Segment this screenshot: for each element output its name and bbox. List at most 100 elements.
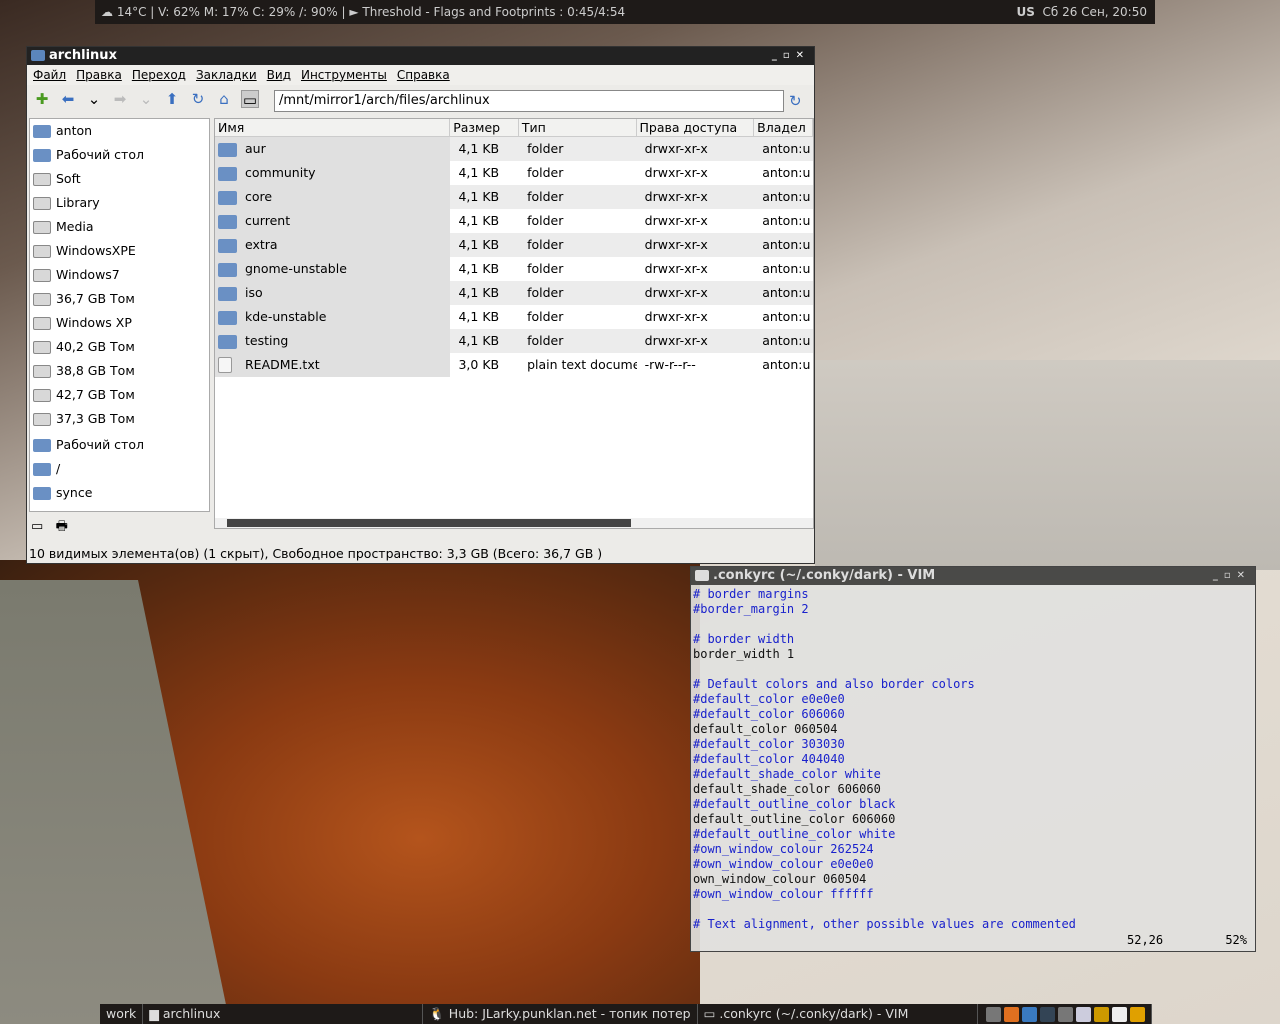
- chevron-down-icon[interactable]: ⌄: [137, 90, 155, 108]
- horizontal-scrollbar[interactable]: [215, 518, 813, 528]
- back-icon[interactable]: ⬅: [59, 90, 77, 108]
- task-chat[interactable]: 🐧 Hub: JLarky.punklan.net - топик потер: [423, 1004, 698, 1024]
- sidebar-item[interactable]: Рабочий стол: [30, 433, 209, 457]
- address-input[interactable]: /mnt/mirror1/arch/files/archlinux: [274, 90, 784, 112]
- column-header[interactable]: Имя: [215, 119, 451, 136]
- code-line: # border width: [693, 632, 795, 646]
- sidebar-mode-icons[interactable]: ▭ 🖶: [31, 517, 68, 539]
- tray-icon[interactable]: [1094, 1006, 1109, 1022]
- place-icon: [33, 293, 51, 306]
- table-row[interactable]: testing 4,1 KB folder drwxr-xr-x anton:u: [215, 329, 813, 353]
- table-row[interactable]: core 4,1 KB folder drwxr-xr-x anton:u: [215, 185, 813, 209]
- table-row[interactable]: kde-unstable 4,1 KB folder drwxr-xr-x anton:…: [215, 305, 813, 329]
- table-row[interactable]: gnome-unstable 4,1 KB folder drwxr-xr-x anto…: [215, 257, 813, 281]
- menu-bar: Файл Правка Переход Закладки Вид Инструменты С…: [27, 65, 814, 85]
- column-header[interactable]: Владел: [754, 119, 813, 136]
- menu-item[interactable]: Закладки: [196, 68, 257, 82]
- title-bar[interactable]: archlinux _▫✕: [27, 47, 814, 65]
- cell-text: folder: [527, 309, 564, 324]
- menu-item[interactable]: Справка: [397, 68, 450, 82]
- column-header[interactable]: Тип: [519, 119, 637, 136]
- forward-icon[interactable]: ➡: [111, 90, 129, 108]
- menu-item[interactable]: Файл: [33, 68, 66, 82]
- computer-icon[interactable]: ▭: [241, 90, 259, 109]
- go-icon[interactable]: ↻: [789, 92, 802, 110]
- cell: drwxr-xr-x: [637, 209, 755, 233]
- workspace-button[interactable]: work: [100, 1004, 144, 1024]
- reload-icon[interactable]: ↻: [189, 90, 207, 108]
- column-header[interactable]: Права доступа: [637, 119, 755, 136]
- tray-icon[interactable]: [1040, 1006, 1055, 1022]
- tray-icon[interactable]: [1004, 1006, 1019, 1022]
- sidebar-item[interactable]: Windows XP: [30, 311, 209, 335]
- folder-icon: [218, 335, 237, 349]
- table-row[interactable]: extra 4,1 KB folder drwxr-xr-x anton:u: [215, 233, 813, 257]
- tray-icon[interactable]: [986, 1006, 1001, 1022]
- table-row[interactable]: current 4,1 KB folder drwxr-xr-x anton:u: [215, 209, 813, 233]
- menu-item[interactable]: Инструменты: [301, 68, 387, 82]
- cell: drwxr-xr-x: [637, 185, 755, 209]
- menu-item[interactable]: Правка: [76, 68, 122, 82]
- task-archlinux[interactable]: ▆ archlinux: [143, 1004, 424, 1024]
- folder-icon: [218, 167, 237, 181]
- sidebar-item[interactable]: 37,3 GB Том: [30, 407, 209, 431]
- cell-text: 4,1 KB: [458, 165, 500, 180]
- new-tab-icon[interactable]: ✚: [33, 90, 51, 108]
- sidebar-item[interactable]: 38,8 GB Том: [30, 359, 209, 383]
- sidebar-item[interactable]: /: [30, 457, 209, 481]
- tray-icon[interactable]: [1058, 1006, 1073, 1022]
- table-row[interactable]: aur 4,1 KB folder drwxr-xr-x anton:u: [215, 137, 813, 161]
- cell: anton:u: [754, 281, 813, 305]
- cell: drwxr-xr-x: [637, 161, 755, 185]
- menu-item[interactable]: Переход: [132, 68, 186, 82]
- sidebar-item-label: Рабочий стол: [56, 147, 144, 162]
- up-icon[interactable]: ⬆: [163, 90, 181, 108]
- sidebar-item[interactable]: Windows7: [30, 263, 209, 287]
- task-label: archlinux: [162, 1006, 221, 1021]
- cell-text: 4,1 KB: [458, 213, 500, 228]
- sidebar-item[interactable]: Library: [30, 191, 209, 215]
- table-row[interactable]: README.txt 3,0 KB plain text documen -rw-r-…: [215, 353, 813, 377]
- cell-text: aur: [245, 141, 266, 156]
- sidebar-item-label: Windows7: [56, 267, 120, 282]
- sidebar-item[interactable]: Media: [30, 215, 209, 239]
- lock-icon[interactable]: [1130, 1006, 1145, 1022]
- tray-icon[interactable]: [1022, 1006, 1037, 1022]
- place-icon: [33, 317, 51, 330]
- folder-icon: [218, 311, 237, 325]
- tray-icon[interactable]: [1112, 1006, 1127, 1022]
- sidebar-item-label: 36,7 GB Том: [56, 291, 135, 306]
- tray-icon[interactable]: [1076, 1006, 1091, 1022]
- code-line: #own_window_colour 262524: [693, 842, 874, 856]
- sidebar-item[interactable]: Soft: [30, 167, 209, 191]
- cell: 4,1 KB: [450, 233, 519, 257]
- sidebar-item[interactable]: 36,7 GB Том: [30, 287, 209, 311]
- sidebar-item[interactable]: anton: [30, 119, 209, 143]
- cell: folder: [519, 257, 637, 281]
- sidebar-item[interactable]: Рабочий стол: [30, 143, 209, 167]
- editor-text[interactable]: # border margins #border_margin 2 # border…: [691, 585, 1255, 934]
- wallpaper-water: [815, 360, 1280, 570]
- home-icon[interactable]: ⌂: [215, 90, 233, 108]
- column-header[interactable]: Размер: [450, 119, 519, 136]
- cell: -rw-r--r--: [637, 353, 755, 377]
- table-row[interactable]: iso 4,1 KB folder drwxr-xr-x anton:u: [215, 281, 813, 305]
- title-bar[interactable]: .conkyrc (~/.conky/dark) - VIM _▫✕: [691, 567, 1255, 585]
- place-icon: [33, 269, 51, 282]
- sidebar-item[interactable]: WindowsXPE: [30, 239, 209, 263]
- sidebar-item[interactable]: 42,7 GB Том: [30, 383, 209, 407]
- window-controls[interactable]: _▫✕: [1213, 567, 1251, 585]
- cell-text: anton:u: [762, 189, 811, 204]
- sidebar-item[interactable]: synce: [30, 481, 209, 505]
- table-row[interactable]: community 4,1 KB folder drwxr-xr-x anton:u: [215, 161, 813, 185]
- sidebar-item[interactable]: 40,2 GB Том: [30, 335, 209, 359]
- sidebar-item-label: WindowsXPE: [56, 243, 136, 258]
- keyboard-layout[interactable]: US: [1016, 5, 1034, 19]
- place-icon: [33, 197, 51, 210]
- chevron-down-icon[interactable]: ⌄: [85, 90, 103, 108]
- task-vim[interactable]: ▭ .conkyrc (~/.conky/dark) - VIM: [698, 1004, 978, 1024]
- cell-text: anton:u: [762, 357, 811, 372]
- window-controls[interactable]: _▫✕: [772, 47, 810, 65]
- sidebar-item-label: Library: [56, 195, 100, 210]
- menu-item[interactable]: Вид: [267, 68, 291, 82]
